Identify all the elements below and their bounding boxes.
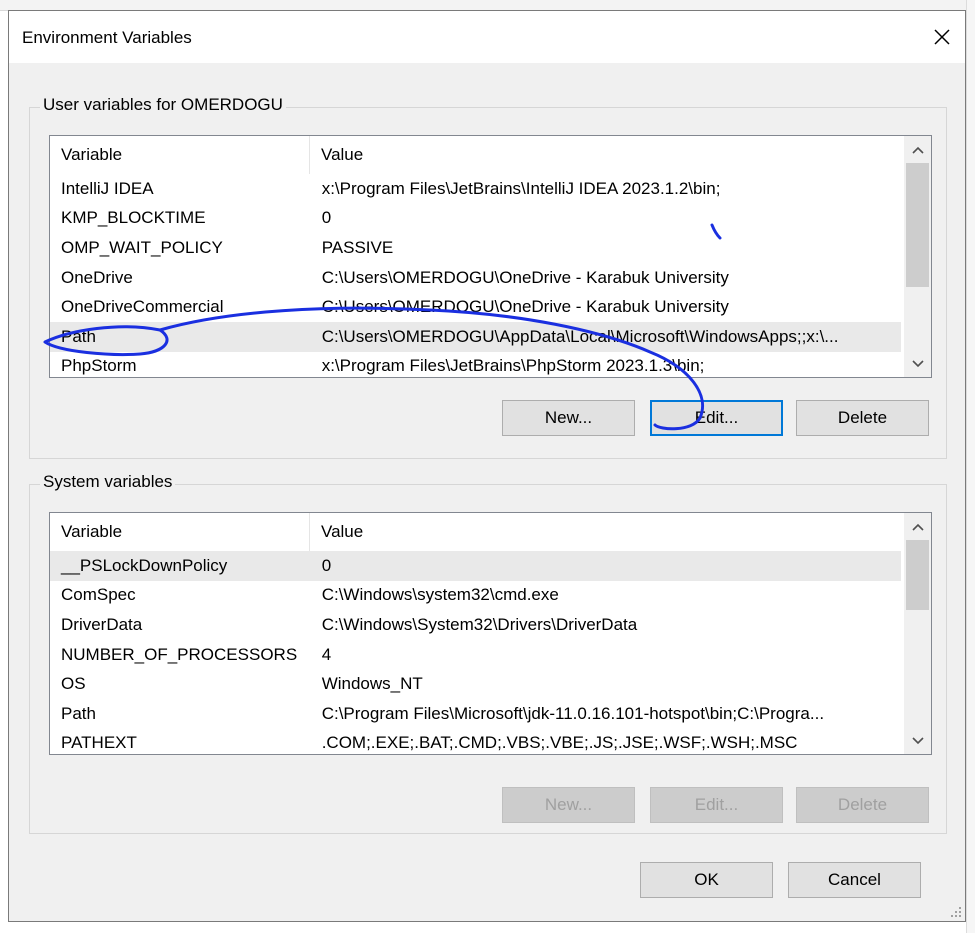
system-row-value: C:\Windows\System32\Drivers\DriverData (321, 614, 638, 634)
user-list-header: Variable Value (50, 136, 900, 174)
system-variables-label: System variables (40, 472, 176, 492)
user-rows: IntelliJ IDEA x:\Program Files\JetBrains\… (50, 174, 901, 377)
environment-variables-dialog: Environment Variables User variables for… (8, 10, 966, 922)
system-row[interactable]: Path C:\Program Files\Microsoft\jdk-11.0.… (50, 699, 901, 729)
user-row[interactable]: Path C:\Users\OMERDOGU\AppData\Local\Micr… (50, 321, 901, 352)
system-row-value: 0 (321, 555, 332, 575)
user-row[interactable]: KMP_BLOCKTIME 0 (50, 204, 901, 234)
user-row-variable: PhpStorm (61, 356, 137, 376)
system-header-variable[interactable]: Variable (50, 513, 310, 551)
user-row-value: C:\Users\OMERDOGU\OneDrive - Karabuk Uni… (321, 297, 729, 317)
system-row[interactable]: NUMBER_OF_PROCESSORS 4 (50, 640, 901, 670)
user-row-variable: KMP_BLOCKTIME (61, 208, 206, 228)
user-row-variable: OMP_WAIT_POLICY (61, 237, 223, 257)
scroll-thumb[interactable] (906, 540, 929, 610)
user-row-value: x:\Program Files\JetBrains\PhpStorm 2023… (321, 356, 705, 376)
chevron-down-icon (911, 736, 924, 744)
user-row-value: 0 (321, 208, 332, 228)
system-rows: __PSLockDownPolicy 0 ComSpec C:\Windows\sys… (50, 551, 901, 754)
system-row-variable: ComSpec (61, 585, 136, 605)
user-new-button[interactable]: New... (502, 400, 635, 436)
user-list-scrollbar[interactable] (904, 136, 931, 377)
user-row-variable: IntelliJ IDEA (61, 178, 154, 198)
user-row[interactable]: OMP_WAIT_POLICY PASSIVE (50, 233, 901, 263)
user-header-variable[interactable]: Variable (50, 136, 310, 174)
system-row-value: C:\Program Files\Microsoft\jdk-11.0.16.1… (321, 703, 825, 723)
user-delete-button[interactable]: Delete (796, 400, 929, 436)
system-header-value[interactable]: Value (310, 513, 363, 551)
system-list-header: Variable Value (50, 513, 900, 551)
system-list-scrollbar[interactable] (904, 513, 931, 754)
user-row-variable: OneDriveCommercial (61, 297, 224, 317)
system-row-value: C:\Windows\system32\cmd.exe (321, 585, 559, 605)
user-row-value: PASSIVE (321, 237, 394, 257)
user-row-value: C:\Users\OMERDOGU\OneDrive - Karabuk Uni… (321, 267, 729, 287)
user-row-variable: Path (61, 326, 96, 346)
scroll-down-button[interactable] (904, 350, 931, 377)
chevron-down-icon (911, 359, 924, 367)
close-icon (934, 29, 950, 45)
system-row[interactable]: DriverData C:\Windows\System32\Drivers\Dr… (50, 610, 901, 640)
system-row-variable: __PSLockDownPolicy (61, 555, 228, 575)
user-variables-group: User variables for OMERDOGU Variable Val… (29, 95, 947, 459)
resize-grip-icon[interactable] (950, 906, 962, 918)
scroll-up-button[interactable] (904, 136, 931, 163)
system-new-button[interactable]: New... (502, 787, 635, 823)
user-variables-label: User variables for OMERDOGU (40, 95, 286, 115)
user-row[interactable]: PhpStorm x:\Program Files\JetBrains\PhpSt… (50, 352, 901, 377)
system-row-variable: Path (61, 703, 96, 723)
system-row-variable: PATHEXT (61, 733, 137, 753)
system-row-variable: OS (61, 674, 86, 694)
user-row[interactable]: OneDrive C:\Users\OMERDOGU\OneDrive - Kar… (50, 263, 901, 293)
system-row-variable: DriverData (61, 614, 143, 634)
ok-button[interactable]: OK (640, 862, 773, 898)
user-row[interactable]: IntelliJ IDEA x:\Program Files\JetBrains\… (50, 174, 901, 204)
user-row[interactable]: OneDriveCommercial C:\Users\OMERDOGU\OneD… (50, 292, 901, 322)
system-row-value: .COM;.EXE;.BAT;.CMD;.VBS;.VBE;.JS;.JSE;.… (321, 733, 798, 753)
background-window-edge (966, 0, 975, 933)
dialog-title: Environment Variables (22, 28, 192, 47)
system-row[interactable]: ComSpec C:\Windows\system32\cmd.exe (50, 581, 901, 611)
system-row[interactable]: PATHEXT .COM;.EXE;.BAT;.CMD;.VBS;.VBE;.JS… (50, 729, 901, 754)
chevron-up-icon (911, 523, 924, 531)
scroll-thumb[interactable] (906, 163, 929, 287)
system-variables-group: System variables Variable Value __PSLock… (29, 472, 947, 834)
scroll-up-button[interactable] (904, 513, 931, 540)
system-row-value: 4 (321, 644, 332, 664)
user-variables-list[interactable]: Variable Value IntelliJ IDEA x:\Program F… (49, 135, 932, 378)
system-row[interactable]: OS Windows_NT (50, 669, 901, 699)
system-row[interactable]: __PSLockDownPolicy 0 (50, 551, 901, 581)
user-row-value: x:\Program Files\JetBrains\IntelliJ IDEA… (321, 178, 721, 198)
system-row-value: Windows_NT (321, 674, 423, 694)
user-row-variable: OneDrive (61, 267, 133, 287)
close-button[interactable] (919, 11, 965, 63)
scroll-down-button[interactable] (904, 727, 931, 754)
title-bar: Environment Variables (9, 11, 965, 63)
system-delete-button[interactable]: Delete (796, 787, 929, 823)
user-edit-button[interactable]: Edit... (650, 400, 783, 436)
system-edit-button[interactable]: Edit... (650, 787, 783, 823)
user-row-value: C:\Users\OMERDOGU\AppData\Local\Microsof… (321, 326, 839, 346)
system-row-variable: NUMBER_OF_PROCESSORS (61, 644, 298, 664)
cancel-button[interactable]: Cancel (788, 862, 921, 898)
system-variables-list[interactable]: Variable Value __PSLockDownPolicy 0 ComSpe… (49, 512, 932, 755)
chevron-up-icon (911, 146, 924, 154)
user-header-value[interactable]: Value (310, 136, 363, 174)
